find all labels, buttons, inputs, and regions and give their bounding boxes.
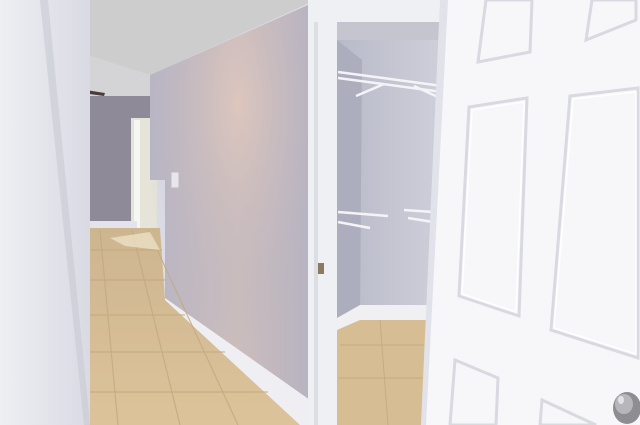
- closet-door-frame: [308, 0, 338, 425]
- closet-side-wall: [337, 40, 362, 330]
- closet-ceiling: [337, 22, 447, 40]
- far-door-edge: [134, 120, 140, 230]
- photo-canvas: [0, 0, 640, 425]
- frame-header: [308, 0, 446, 22]
- hallway-photo: [0, 0, 640, 425]
- light-switch-icon: [170, 171, 180, 189]
- door-knob-icon[interactable]: [613, 392, 640, 424]
- left-wall: [0, 0, 90, 425]
- door-hinge: [318, 263, 324, 274]
